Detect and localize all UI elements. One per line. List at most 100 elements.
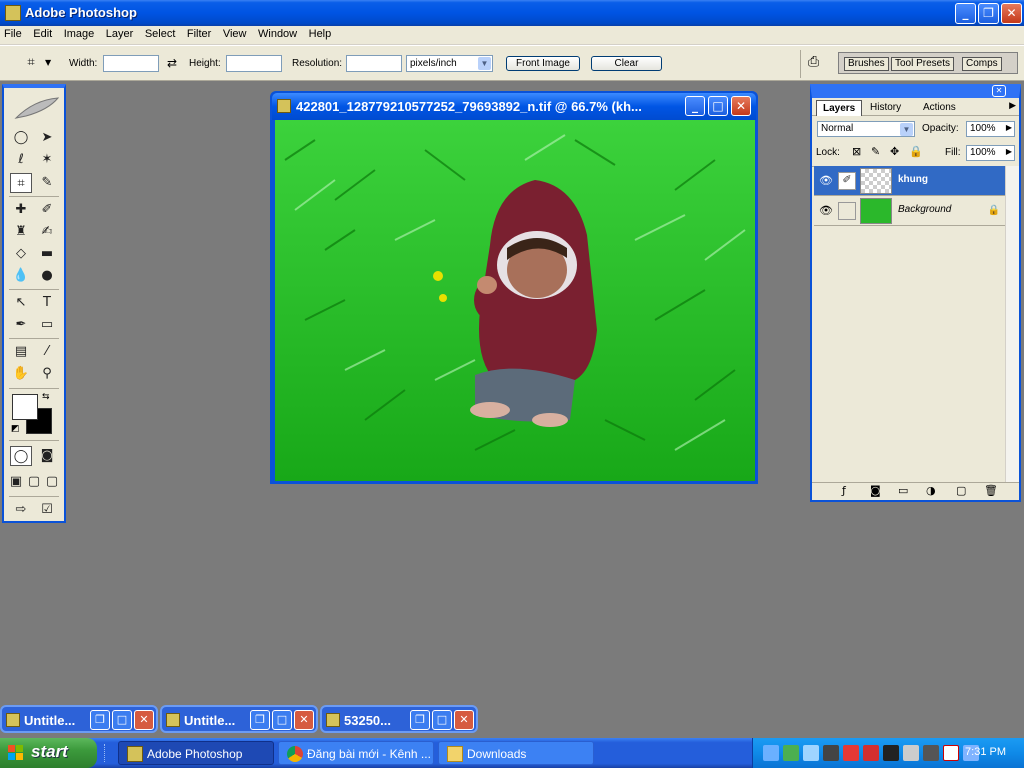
minimized-document[interactable]: Untitle... ❐ □ ✕ <box>160 705 318 733</box>
quick-mask-mode-icon[interactable]: ◙ <box>36 446 58 466</box>
lock-transparency-icon[interactable]: ⊠ <box>852 145 861 158</box>
magic-wand-tool-icon[interactable]: ✶ <box>36 150 58 170</box>
healing-brush-tool-icon[interactable]: ✚ <box>10 200 32 220</box>
crop-tool-icon[interactable]: ⌗ <box>10 173 32 193</box>
swap-colors-icon[interactable]: ⇆ <box>42 392 50 402</box>
jump-to-imageready-icon[interactable]: ⇨ <box>10 500 32 520</box>
layers-scrollbar[interactable] <box>1005 166 1019 482</box>
lasso-tool-icon[interactable]: ℓ <box>10 150 32 170</box>
restore-button[interactable]: ❐ <box>410 710 430 730</box>
history-brush-tool-icon[interactable]: ✍ <box>36 222 58 242</box>
menu-layer[interactable]: Layer <box>102 26 138 40</box>
minimize-button[interactable]: _ <box>955 3 976 24</box>
lock-position-icon[interactable]: ✥ <box>890 145 899 158</box>
maximize-button[interactable]: □ <box>272 710 292 730</box>
path-selection-tool-icon[interactable]: ↖ <box>10 293 32 313</box>
menu-file[interactable]: File <box>0 26 26 40</box>
gradient-tool-icon[interactable]: ▬ <box>36 244 58 264</box>
layer-mask-icon[interactable]: ◙ <box>870 484 881 497</box>
visibility-eye-icon[interactable]: 👁 <box>818 204 834 218</box>
menu-window[interactable]: Window <box>254 26 301 40</box>
tab-brushes[interactable]: Brushes <box>844 57 889 71</box>
document-title-bar[interactable]: 422801_128779210577252_79693892_n.tif @ … <box>272 93 756 120</box>
menu-image[interactable]: Image <box>60 26 99 40</box>
eyedropper-tool-icon[interactable]: ⁄ <box>36 342 58 362</box>
ati-icon[interactable] <box>863 745 879 761</box>
taskbar-item-photoshop[interactable]: Adobe Photoshop <box>118 741 274 765</box>
start-button[interactable]: start <box>0 738 97 768</box>
visibility-eye-icon[interactable]: 👁 <box>818 174 834 188</box>
minimized-document[interactable]: Untitle... ❐ □ ✕ <box>0 705 158 733</box>
vaccine-icon[interactable] <box>943 745 959 761</box>
close-button[interactable]: ✕ <box>134 710 154 730</box>
imageready-icon[interactable]: ☑ <box>36 500 58 520</box>
document-close-button[interactable]: ✕ <box>731 96 751 116</box>
marquee-tool-icon[interactable]: ◯ <box>10 128 32 148</box>
minimized-document[interactable]: 53250... ❐ □ ✕ <box>320 705 478 733</box>
screen-mode-standard-icon[interactable]: ▣ <box>8 472 24 492</box>
brush-tool-icon[interactable]: ✐ <box>36 200 58 220</box>
screen-mode-full-menu-icon[interactable]: ▢ <box>26 472 42 492</box>
tray-app-icon[interactable] <box>823 745 839 761</box>
clock[interactable]: 7:31 PM <box>965 746 1006 758</box>
tab-history[interactable]: History <box>864 100 907 116</box>
clear-button[interactable]: Clear <box>591 56 662 71</box>
tray-app-icon[interactable] <box>903 745 919 761</box>
zoom-tool-icon[interactable]: ⚲ <box>36 364 58 384</box>
width-input[interactable] <box>103 55 159 72</box>
eraser-tool-icon[interactable]: ◇ <box>10 244 32 264</box>
palette-menu-arrow-icon[interactable]: ▶ <box>1009 101 1016 111</box>
link-slot[interactable] <box>838 202 856 220</box>
close-button[interactable]: ✕ <box>1001 3 1022 24</box>
swap-dimensions-icon[interactable]: ⇄ <box>167 56 177 70</box>
fill-input[interactable]: 100% ▶ <box>966 145 1015 161</box>
resolution-units-select[interactable]: pixels/inch ▼ <box>406 55 493 72</box>
tab-layers[interactable]: Layers <box>816 100 863 116</box>
hand-tool-icon[interactable]: ✋ <box>10 364 32 384</box>
slice-tool-icon[interactable]: ✎ <box>36 173 58 193</box>
app-title-bar[interactable]: Adobe Photoshop _ ❐ ✕ <box>0 0 1024 26</box>
rectangle-tool-icon[interactable]: ▭ <box>36 315 58 335</box>
pen-tool-icon[interactable]: ✒ <box>10 315 32 335</box>
feather-logo-icon[interactable] <box>14 96 60 120</box>
resolution-input[interactable] <box>346 55 402 72</box>
palette-close-button[interactable]: ✕ <box>992 85 1006 97</box>
clone-stamp-tool-icon[interactable]: ♜ <box>10 222 32 242</box>
new-group-icon[interactable]: ▭ <box>898 484 908 497</box>
height-input[interactable] <box>226 55 282 72</box>
layer-row-background[interactable]: 👁 Background 🔒 <box>814 196 1006 226</box>
trash-icon[interactable]: 🗑 <box>984 484 998 497</box>
default-colors-icon[interactable]: ◩ <box>11 424 20 434</box>
crop-tool-preset-icon[interactable]: ⌗ <box>20 53 42 73</box>
lock-all-icon[interactable]: 🔒 <box>909 145 923 158</box>
lock-image-icon[interactable]: ✎ <box>871 145 880 158</box>
chevron-down-icon[interactable]: ▼ <box>45 58 51 67</box>
menu-select[interactable]: Select <box>141 26 180 40</box>
brush-link-icon[interactable]: ✐ <box>838 172 856 190</box>
maximize-button[interactable]: □ <box>432 710 452 730</box>
tab-actions[interactable]: Actions <box>917 100 962 116</box>
document-canvas[interactable] <box>275 120 755 481</box>
new-layer-icon[interactable]: ▢ <box>956 484 966 497</box>
menu-edit[interactable]: Edit <box>29 26 56 40</box>
taskbar-grip[interactable] <box>104 744 108 762</box>
close-button[interactable]: ✕ <box>454 710 474 730</box>
tab-comps[interactable]: Comps <box>962 57 1002 71</box>
front-image-button[interactable]: Front Image <box>506 56 580 71</box>
standard-mode-icon[interactable]: ◯ <box>10 446 32 466</box>
chevron-right-icon[interactable]: ▶ <box>1006 123 1012 132</box>
type-tool-icon[interactable]: T <box>36 293 58 313</box>
document-minimize-button[interactable]: _ <box>685 96 705 116</box>
menu-view[interactable]: View <box>219 26 251 40</box>
chevron-right-icon[interactable]: ▶ <box>1006 147 1012 156</box>
restore-button[interactable]: ❐ <box>90 710 110 730</box>
restore-button[interactable]: ❐ <box>978 3 999 24</box>
document-maximize-button[interactable]: □ <box>708 96 728 116</box>
blend-mode-select[interactable]: Normal ▼ <box>817 121 915 137</box>
opacity-input[interactable]: 100% ▶ <box>966 121 1015 137</box>
tray-app-icon[interactable] <box>923 745 939 761</box>
screen-mode-full-icon[interactable]: ▢ <box>44 472 60 492</box>
blur-tool-icon[interactable]: 💧 <box>10 266 32 286</box>
layer-row-khung[interactable]: 👁 ✐ khung <box>814 166 1006 196</box>
menu-filter[interactable]: Filter <box>183 26 215 40</box>
